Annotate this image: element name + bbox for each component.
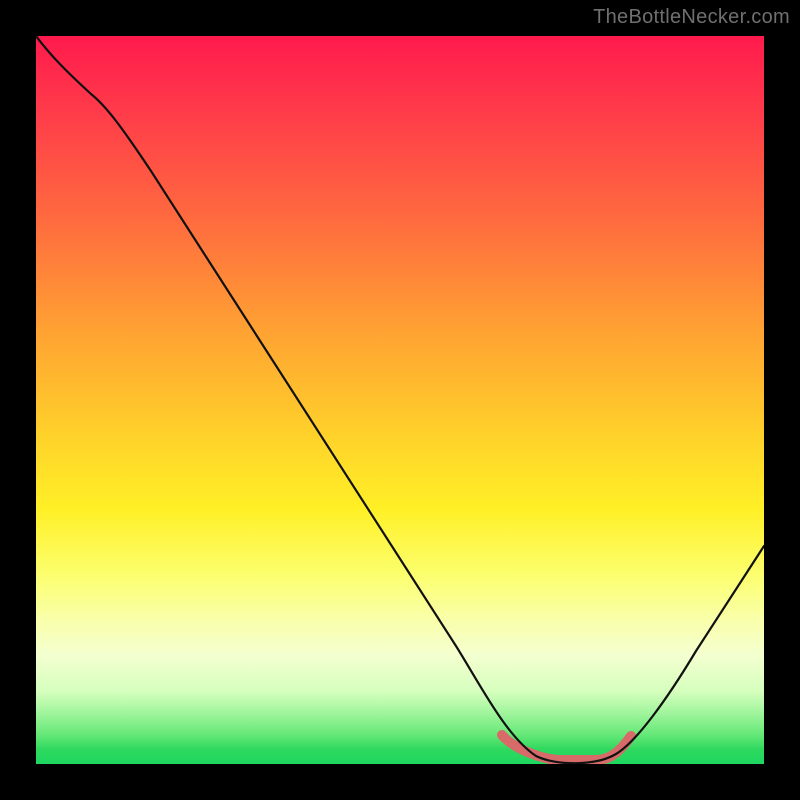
chart-line-overlay — [36, 36, 764, 764]
watermark-label: TheBottleNecker.com — [593, 6, 790, 29]
chart-curve — [36, 36, 764, 763]
chart-plot-area — [36, 36, 764, 764]
chart-frame: TheBottleNecker.com — [0, 0, 800, 800]
